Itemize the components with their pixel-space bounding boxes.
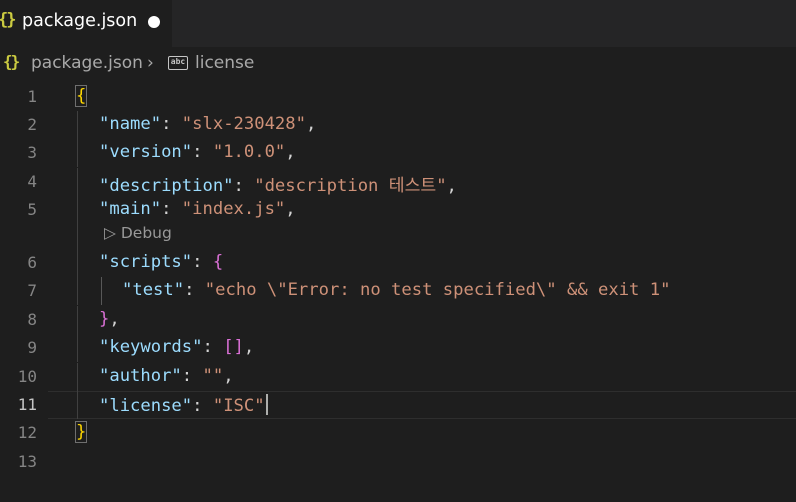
json-value: ""	[202, 366, 224, 386]
json-value: "slx-230428"	[181, 114, 306, 134]
string-symbol-icon: abc	[168, 56, 188, 70]
line-number: 1	[27, 87, 37, 106]
indent-guide	[77, 139, 78, 167]
indent-guide	[77, 391, 78, 419]
code-line[interactable]: 13	[0, 448, 796, 476]
unsaved-changes-dot-icon[interactable]	[148, 16, 160, 28]
line-number: 12	[17, 423, 37, 442]
close-brace: }	[74, 421, 88, 443]
tab-title: package.json	[22, 11, 138, 31]
indent-guide	[77, 111, 78, 139]
text-cursor	[265, 394, 268, 415]
breadcrumb: {} package.json › abc license	[0, 50, 796, 78]
line-number: 7	[27, 281, 37, 300]
codelens-row: ▷ Debug	[0, 221, 796, 249]
code-line[interactable]: 3 "version": "1.0.0",	[0, 139, 796, 167]
breadcrumb-file[interactable]: package.json	[31, 53, 143, 73]
debug-codelens[interactable]: ▷ Debug	[104, 224, 172, 242]
code-line[interactable]: 9 "keywords": [],	[0, 334, 796, 362]
indent-guide	[77, 249, 78, 277]
line-number: 6	[27, 253, 37, 272]
code-line[interactable]: 5 "main": "index.js",	[0, 196, 796, 224]
line-number: 2	[27, 115, 37, 134]
code-line-active[interactable]: 11 "license": "ISC"	[0, 391, 796, 419]
code-line[interactable]: 4 "description": "description 테스트",	[0, 168, 796, 196]
code-line[interactable]: 7 "test": "echo \"Error: no test specifi…	[0, 277, 796, 305]
code-line[interactable]: 10 "author": "",	[0, 363, 796, 391]
line-number: 13	[17, 452, 37, 471]
json-value: "index.js"	[181, 199, 286, 219]
code-line[interactable]: 2 "name": "slx-230428",	[0, 111, 796, 139]
json-key: "license"	[99, 396, 193, 416]
code-line[interactable]: 8 },	[0, 306, 796, 334]
chevron-right-icon: ›	[147, 53, 154, 73]
indent-guide	[77, 168, 78, 196]
tab-package-json[interactable]: {} package.json	[0, 0, 172, 47]
json-file-icon: {}	[0, 10, 17, 30]
line-number: 8	[27, 310, 37, 329]
line-number: 4	[27, 172, 37, 191]
json-key: "scripts"	[99, 252, 193, 272]
json-key: "keywords"	[99, 337, 203, 357]
code-editor[interactable]: 1 { 2 "name": "slx-230428", 3 "version":…	[0, 80, 796, 502]
open-brace: {	[212, 252, 224, 272]
json-key: "test"	[122, 280, 185, 300]
open-brace: {	[74, 85, 88, 107]
indent-guide	[77, 196, 78, 224]
code-line[interactable]: 1 {	[0, 83, 796, 111]
json-value: []	[223, 337, 244, 357]
json-value: "description 테스트"	[254, 176, 447, 196]
indent-guide	[77, 277, 78, 305]
json-key: "author"	[99, 366, 182, 386]
json-file-icon: {}	[3, 52, 20, 71]
code-line[interactable]: 12 }	[0, 419, 796, 447]
editor-tab-bar: {} package.json	[0, 0, 796, 47]
json-value: "echo \"Error: no test specified\" && ex…	[204, 280, 671, 300]
line-number: 10	[17, 367, 37, 386]
json-key: "main"	[99, 199, 162, 219]
close-brace: }	[99, 309, 110, 329]
indent-guide	[101, 277, 102, 305]
breadcrumb-symbol[interactable]: license	[195, 53, 254, 73]
json-key: "version"	[99, 142, 193, 162]
line-number: 11	[17, 395, 37, 414]
indent-guide	[77, 221, 78, 249]
line-number: 5	[27, 200, 37, 219]
json-value: "ISC"	[212, 396, 265, 416]
indent-guide	[77, 363, 78, 391]
json-key: "description"	[99, 176, 234, 196]
indent-guide	[77, 306, 78, 334]
json-key: "name"	[99, 114, 162, 134]
line-number: 3	[27, 143, 37, 162]
json-value: "1.0.0"	[212, 142, 286, 162]
indent-guide	[77, 334, 78, 362]
code-line[interactable]: 6 "scripts": {	[0, 249, 796, 277]
line-number: 9	[27, 338, 37, 357]
